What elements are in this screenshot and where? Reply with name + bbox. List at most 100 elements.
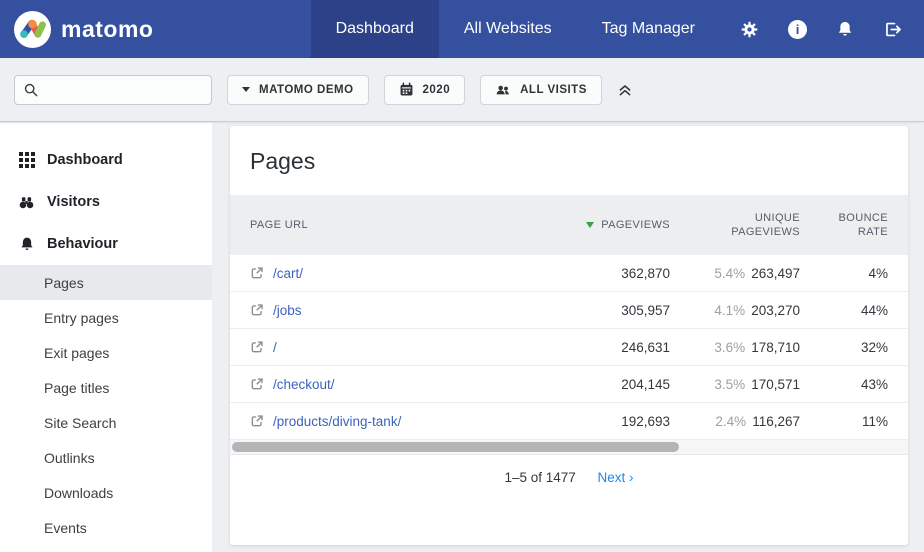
brand-name: matomo bbox=[61, 16, 153, 43]
sidebar-item-behaviour[interactable]: Behaviour bbox=[0, 223, 212, 265]
search-icon bbox=[23, 82, 39, 98]
sidebar-item-downloads[interactable]: Downloads bbox=[0, 475, 212, 510]
column-header-page-url[interactable]: PAGE URL bbox=[250, 219, 440, 231]
table-row: /checkout/ 204,145 3.5% 170,571 43% bbox=[230, 366, 908, 403]
segment-selector-button[interactable]: ALL VISITS bbox=[480, 75, 602, 105]
search-input[interactable] bbox=[45, 82, 203, 97]
unique-pageviews-percent: 4.1% bbox=[714, 303, 745, 318]
table-row: /cart/ 362,870 5.4% 263,497 4% bbox=[230, 255, 908, 292]
sidebar-item-pages[interactable]: Pages bbox=[0, 265, 212, 300]
horizontal-scrollbar[interactable] bbox=[230, 440, 908, 455]
bounce-rate-value: 43% bbox=[800, 377, 888, 392]
column-header-bounce-rate[interactable]: BOUNCE RATE bbox=[800, 211, 888, 239]
navbar-icons: i bbox=[720, 0, 924, 58]
caret-down-icon bbox=[242, 87, 250, 92]
sidebar: Dashboard Visitors Behavi bbox=[0, 123, 212, 552]
unique-pageviews-count: 178,710 bbox=[751, 340, 800, 355]
pagination-next-link[interactable]: Next › bbox=[598, 470, 634, 485]
page-url-link[interactable]: /cart/ bbox=[273, 266, 303, 281]
external-link-icon[interactable] bbox=[250, 303, 264, 317]
page-url-link[interactable]: /jobs bbox=[273, 303, 302, 318]
bounce-rate-value: 11% bbox=[800, 414, 888, 429]
sidebar-item-page-titles[interactable]: Page titles bbox=[0, 370, 212, 405]
matomo-logo[interactable]: matomo bbox=[0, 0, 153, 58]
pageviews-value: 305,957 bbox=[440, 303, 670, 318]
notifications-icon[interactable] bbox=[836, 20, 854, 38]
table-row: /products/diving-tank/ 192,693 2.4%116,2… bbox=[230, 403, 908, 440]
bell-icon bbox=[18, 236, 35, 252]
binoculars-icon bbox=[18, 194, 35, 211]
pageviews-value: 362,870 bbox=[440, 266, 670, 281]
column-header-label: PAGEVIEWS bbox=[601, 219, 670, 231]
column-header-pageviews[interactable]: PAGEVIEWS bbox=[440, 219, 670, 231]
matomo-logo-icon bbox=[14, 11, 51, 48]
info-icon[interactable]: i bbox=[788, 20, 807, 39]
nav-item-all-websites[interactable]: All Websites bbox=[439, 0, 577, 58]
sidebar-item-exit-pages[interactable]: Exit pages bbox=[0, 335, 212, 370]
sidebar-item-label: Dashboard bbox=[47, 152, 123, 168]
column-header-label: BOUNCE RATE bbox=[836, 211, 888, 239]
site-selector-button[interactable]: MATOMO DEMO bbox=[227, 75, 369, 105]
period-selector-button[interactable]: 2020 bbox=[384, 75, 466, 105]
unique-pageviews-percent: 2.4% bbox=[715, 414, 746, 429]
unique-pageviews-count: 203,270 bbox=[751, 303, 800, 318]
chevron-double-up-icon[interactable] bbox=[617, 82, 633, 98]
column-header-label: UNIQUE PAGEVIEWS bbox=[728, 211, 800, 239]
page-url-link[interactable]: / bbox=[273, 340, 277, 355]
site-selector-label: MATOMO DEMO bbox=[259, 84, 354, 96]
external-link-icon[interactable] bbox=[250, 266, 264, 280]
table-header-row: PAGE URL PAGEVIEWS UNIQUE PAGEVIEWS BOUN… bbox=[230, 195, 908, 255]
page-url-link[interactable]: /products/diving-tank/ bbox=[273, 414, 401, 429]
external-link-icon[interactable] bbox=[250, 414, 264, 428]
sidebar-item-events[interactable]: Events bbox=[0, 510, 212, 545]
sidebar-item-visitors[interactable]: Visitors bbox=[0, 181, 212, 223]
unique-pageviews-value: 4.1% 203,270 bbox=[670, 303, 800, 318]
table-row: /jobs 305,957 4.1% 203,270 44% bbox=[230, 292, 908, 329]
top-navbar: matomo Dashboard All Websites Tag Manage… bbox=[0, 0, 924, 58]
bounce-rate-value: 4% bbox=[800, 266, 888, 281]
pageviews-value: 204,145 bbox=[440, 377, 670, 392]
unique-pageviews-percent: 3.6% bbox=[714, 340, 745, 355]
column-header-unique-pageviews[interactable]: UNIQUE PAGEVIEWS bbox=[670, 211, 800, 239]
unique-pageviews-value: 2.4% 116,267 bbox=[670, 414, 800, 429]
sidebar-item-site-search[interactable]: Site Search bbox=[0, 405, 212, 440]
users-icon bbox=[495, 82, 511, 98]
unique-pageviews-percent: 5.4% bbox=[714, 266, 745, 281]
report-title: Pages bbox=[230, 126, 908, 195]
nav-item-dashboard[interactable]: Dashboard bbox=[311, 0, 439, 58]
pagination: 1–5 of 1477 Next › bbox=[230, 455, 908, 485]
search-box[interactable] bbox=[14, 75, 212, 105]
primary-nav: Dashboard All Websites Tag Manager bbox=[311, 0, 720, 58]
scrollbar-thumb[interactable] bbox=[232, 442, 679, 452]
external-link-icon[interactable] bbox=[250, 340, 264, 354]
sidebar-item-entry-pages[interactable]: Entry pages bbox=[0, 300, 212, 335]
sidebar-item-label: Behaviour bbox=[47, 236, 118, 252]
unique-pageviews-count: 263,497 bbox=[751, 266, 800, 281]
nav-item-tag-manager[interactable]: Tag Manager bbox=[577, 0, 720, 58]
pagination-range: 1–5 of 1477 bbox=[504, 470, 575, 485]
unique-pageviews-value: 3.6% 178,710 bbox=[670, 340, 800, 355]
segment-label: ALL VISITS bbox=[520, 84, 587, 96]
grid-icon bbox=[18, 152, 35, 168]
unique-pageviews-value: 5.4% 263,497 bbox=[670, 266, 800, 281]
matomo-app: matomo Dashboard All Websites Tag Manage… bbox=[0, 0, 924, 552]
signout-icon[interactable] bbox=[883, 20, 902, 39]
unique-pageviews-value: 3.5% 170,571 bbox=[670, 377, 800, 392]
sort-desc-icon bbox=[586, 222, 594, 228]
calendar-icon bbox=[399, 82, 414, 97]
filter-bar: MATOMO DEMO 2020 bbox=[0, 58, 924, 122]
table-row: / 246,631 3.6% 178,710 32% bbox=[230, 329, 908, 366]
pageviews-value: 246,631 bbox=[440, 340, 670, 355]
page-url-link[interactable]: /checkout/ bbox=[273, 377, 335, 392]
unique-pageviews-count: 116,267 bbox=[752, 414, 800, 429]
unique-pageviews-count: 170,571 bbox=[751, 377, 800, 392]
sidebar-item-label: Visitors bbox=[47, 194, 100, 210]
sidebar-item-dashboard[interactable]: Dashboard bbox=[0, 139, 212, 181]
settings-icon[interactable] bbox=[740, 20, 759, 39]
bounce-rate-value: 44% bbox=[800, 303, 888, 318]
bounce-rate-value: 32% bbox=[800, 340, 888, 355]
unique-pageviews-percent: 3.5% bbox=[714, 377, 745, 392]
external-link-icon[interactable] bbox=[250, 377, 264, 391]
sidebar-item-outlinks[interactable]: Outlinks bbox=[0, 440, 212, 475]
pages-report-card: Pages PAGE URL PAGEVIEWS UNIQUE PAGEVIEW… bbox=[230, 126, 908, 545]
